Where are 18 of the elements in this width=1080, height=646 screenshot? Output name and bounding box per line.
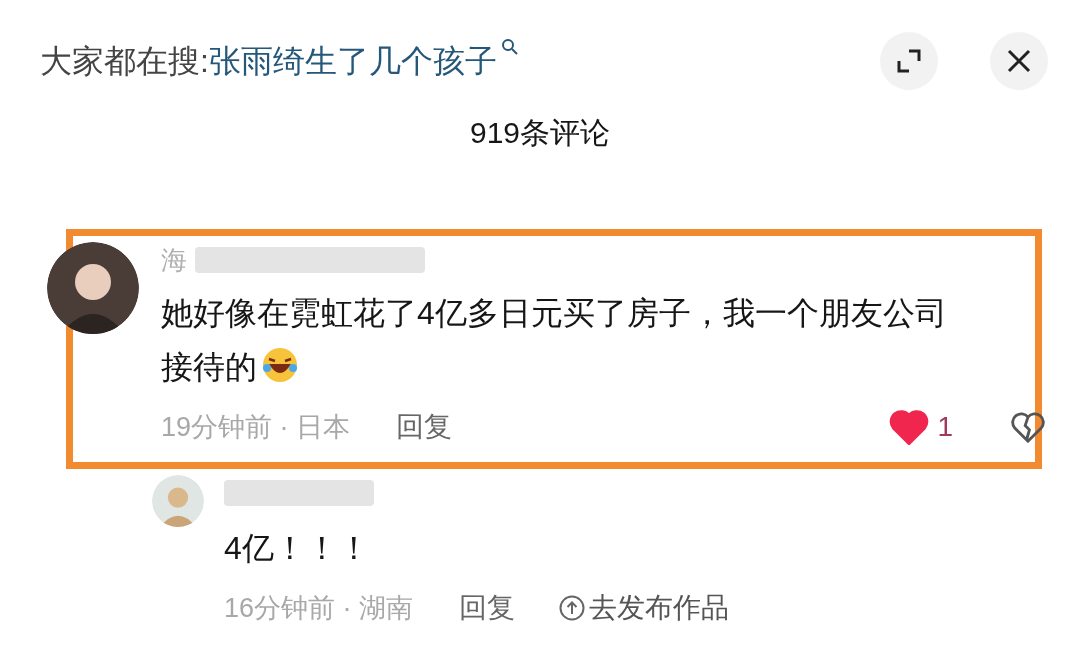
- reply-button[interactable]: 回复: [396, 406, 453, 448]
- comment-meta: 19分钟前 · 日本: [161, 410, 351, 444]
- like-button[interactable]: 1: [889, 406, 953, 448]
- comment-text: 她好像在霓虹花了4亿多日元买了房子，我一个朋友公司接待的: [161, 294, 948, 387]
- avatar: [152, 475, 204, 527]
- expand-icon: [895, 47, 923, 75]
- publish-button[interactable]: 去发布作品: [559, 587, 730, 629]
- reply-button[interactable]: 回复: [459, 587, 516, 629]
- close-icon: [1006, 48, 1032, 74]
- upload-icon: [559, 595, 586, 621]
- search-link[interactable]: 张雨绮生了几个孩子: [208, 37, 497, 85]
- comment-meta: 16分钟前 · 湖南: [224, 591, 414, 625]
- comments-title: 919条评论: [469, 115, 611, 151]
- comment-text: 4亿！！！: [224, 529, 371, 568]
- username: 海: [161, 243, 187, 277]
- search-icon: [500, 38, 519, 56]
- search-prefix: 大家都在搜:: [40, 42, 209, 81]
- broken-heart-icon[interactable]: [1011, 411, 1045, 443]
